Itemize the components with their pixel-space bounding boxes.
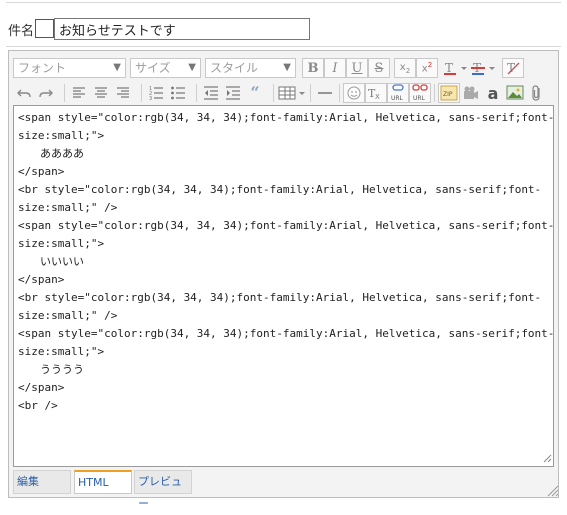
chevron-down-icon: ▼ (283, 62, 291, 73)
svg-text:URL: URL (413, 95, 426, 102)
code-line: <span style="color:rgb(34, 34, 34);font-… (18, 111, 554, 124)
redo-icon[interactable] (35, 83, 57, 103)
unordered-list-icon[interactable] (167, 83, 189, 103)
basic-styles-group: B I U S (302, 58, 390, 78)
font-a-icon[interactable]: a (482, 83, 504, 103)
resize-grip-icon[interactable] (543, 454, 552, 463)
align-right-icon[interactable] (112, 83, 134, 103)
subject-checkbox[interactable] (35, 19, 54, 38)
ordered-list-icon[interactable]: 123 (145, 83, 167, 103)
unlink-icon[interactable]: URL (409, 83, 431, 103)
code-line: <span style="color:rgb(34, 34, 34);font-… (18, 219, 554, 232)
chevron-down-icon: ▼ (113, 62, 121, 73)
strikethrough-icon[interactable]: S (368, 58, 390, 78)
toolbar-separator (64, 84, 65, 102)
code-line: <br /> (18, 399, 58, 412)
history-group (13, 83, 57, 103)
svg-text:T: T (445, 61, 453, 75)
tab-edit[interactable]: 編集 (13, 470, 71, 494)
code-line: <br style="color:rgb(34, 34, 34);font-fa… (18, 183, 542, 196)
code-line: いいいい (40, 255, 84, 268)
table-icon[interactable] (277, 83, 307, 103)
image-icon[interactable] (504, 83, 526, 103)
align-left-icon[interactable] (68, 83, 90, 103)
align-center-icon[interactable] (90, 83, 112, 103)
background-color-icon[interactable]: T (470, 58, 498, 78)
toolbar-separator (310, 84, 311, 102)
blockquote-icon[interactable]: “ (244, 83, 266, 103)
svg-text:URL: URL (391, 95, 404, 102)
html-source-textarea[interactable]: <span style="color:rgb(34, 34, 34);font-… (13, 105, 554, 467)
chevron-down-icon: ▼ (188, 62, 196, 73)
resize-grip-icon[interactable] (547, 485, 559, 497)
editor-mode-tabs: 編集 HTML プレビュー (13, 469, 554, 510)
code-line: size:small;"> (18, 237, 105, 250)
size-select[interactable]: サイズ ▼ (130, 58, 201, 78)
size-select-label: サイズ (135, 61, 171, 75)
toolbar-separator (196, 84, 197, 102)
toolbar-separator (273, 84, 274, 102)
code-line: size:small;"> (18, 129, 105, 142)
top-divider (6, 2, 561, 3)
tab-preview[interactable]: プレビュー (134, 470, 192, 510)
emoji-icon[interactable] (343, 83, 365, 103)
text-color-icon[interactable]: T (442, 58, 470, 78)
svg-text:ZIP: ZIP (443, 91, 453, 98)
subject-row: 件名 (6, 16, 316, 42)
code-line: ああああ (40, 147, 84, 160)
bold-icon[interactable]: B (302, 58, 324, 78)
code-line: </span> (18, 381, 65, 394)
clean-code-icon[interactable]: TX (365, 83, 387, 103)
code-line: size:small;" /> (18, 309, 118, 322)
subject-label: 件名 (8, 24, 35, 39)
color-group: T T (442, 58, 498, 78)
toolbar-row-2: 123 “ T X URL URL ZIP a (13, 82, 548, 104)
align-group (68, 83, 134, 103)
code-line: うううう (40, 363, 84, 376)
indent-icon[interactable] (222, 83, 244, 103)
insert-link-icon[interactable]: URL (387, 83, 409, 103)
code-line: size:small;"> (18, 345, 105, 358)
underline-icon[interactable]: U (346, 58, 368, 78)
video-icon[interactable] (460, 83, 482, 103)
code-line: </span> (18, 273, 65, 286)
indent-group: “ (200, 83, 266, 103)
tab-html[interactable]: HTML (74, 470, 132, 494)
font-select-label: フォント (18, 61, 67, 75)
toolbar-separator (434, 84, 435, 102)
italic-icon[interactable]: I (324, 58, 346, 78)
outdent-icon[interactable] (200, 83, 222, 103)
style-select[interactable]: スタイル ▼ (205, 58, 296, 78)
style-select-label: スタイル (210, 61, 259, 75)
toolbar-row-1: フォント ▼ サイズ ▼ スタイル ▼ B I U S x2 x2 T T T (13, 57, 524, 79)
svg-text:3: 3 (149, 96, 152, 101)
clear-format-icon[interactable]: T (502, 58, 524, 78)
list-group: 123 (145, 83, 189, 103)
toolbar-separator (141, 84, 142, 102)
svg-text:X: X (375, 93, 380, 101)
code-line: </span> (18, 165, 65, 178)
undo-icon[interactable] (13, 83, 35, 103)
font-select[interactable]: フォント ▼ (13, 58, 126, 78)
mid-divider (6, 46, 561, 47)
script-group: x2 x2 (394, 58, 438, 78)
code-line: <span style="color:rgb(34, 34, 34);font-… (18, 327, 554, 340)
editor-toolbar: フォント ▼ サイズ ▼ スタイル ▼ B I U S x2 x2 T T T … (13, 55, 554, 105)
subscript-icon[interactable]: x2 (394, 58, 416, 78)
rich-text-editor: フォント ▼ サイズ ▼ スタイル ▼ B I U S x2 x2 T T T … (8, 50, 559, 510)
toolbar-separator (339, 84, 340, 102)
code-line: <br style="color:rgb(34, 34, 34);font-fa… (18, 291, 542, 304)
code-line: size:small;" /> (18, 201, 118, 214)
attachment-icon[interactable] (526, 83, 548, 103)
horizontal-rule-icon[interactable] (314, 83, 336, 103)
subject-input[interactable] (54, 18, 310, 40)
superscript-icon[interactable]: x2 (416, 58, 438, 78)
zip-icon[interactable]: ZIP (438, 83, 460, 103)
